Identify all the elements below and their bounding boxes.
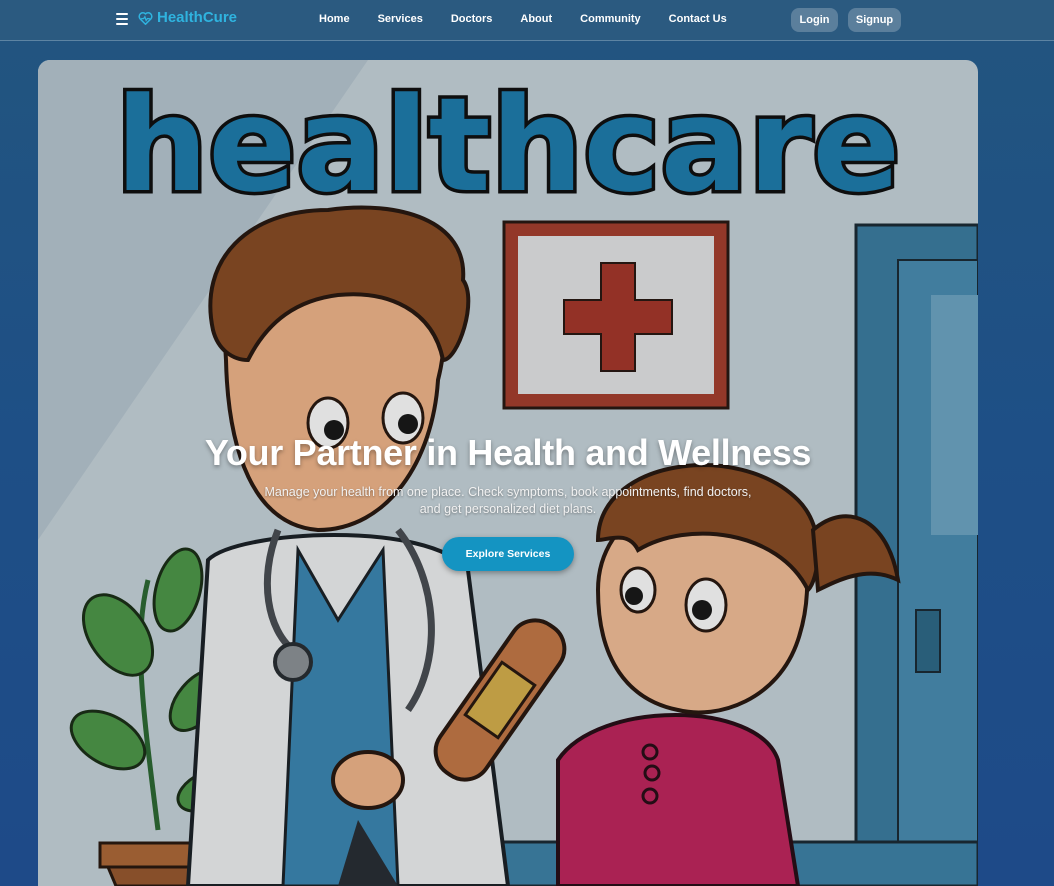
hero-title: Your Partner in Health and Wellness	[204, 432, 812, 473]
hero-subtitle: Manage your health from one place. Check…	[264, 485, 752, 516]
nav-link-doctors[interactable]: Doctors	[451, 13, 493, 25]
nav-link-contact[interactable]: Contact Us	[669, 13, 727, 25]
nav-link-about[interactable]: About	[520, 13, 552, 25]
nav-links: Home Services Doctors About Community Co…	[305, 13, 741, 25]
nav-link-community[interactable]: Community	[580, 13, 641, 25]
heart-pulse-icon	[138, 11, 153, 25]
brand-name: HealthCure	[157, 9, 238, 26]
hero-section: healthcare Your Partner in Health and We…	[38, 60, 978, 886]
signup-button[interactable]: Signup	[848, 8, 901, 32]
top-navbar: HealthCure Home Services Doctors About C…	[0, 0, 1054, 41]
nav-link-services[interactable]: Services	[378, 13, 423, 25]
explore-services-button[interactable]: Explore Services	[442, 537, 574, 571]
hamburger-menu-icon[interactable]	[116, 13, 128, 25]
login-button[interactable]: Login	[791, 8, 838, 32]
brand-logo[interactable]: HealthCure	[138, 9, 237, 26]
nav-link-home[interactable]: Home	[319, 13, 350, 25]
